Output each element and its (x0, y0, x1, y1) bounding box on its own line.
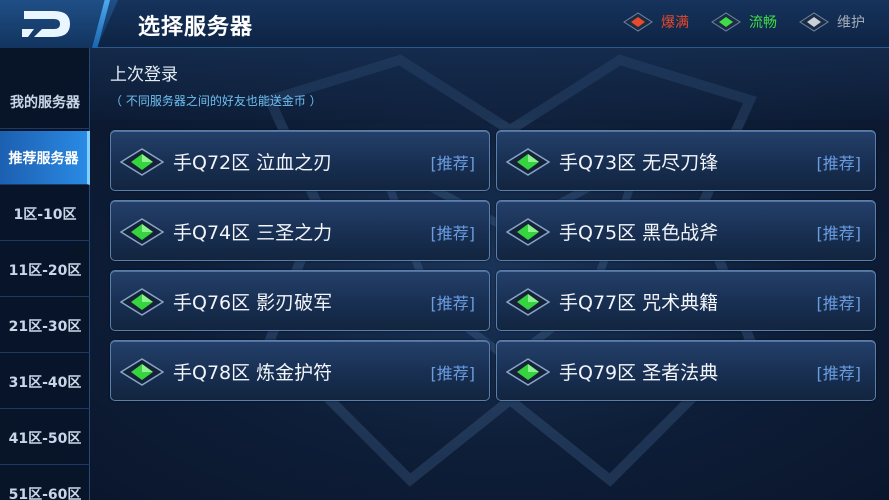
gem-green-icon (506, 218, 550, 246)
gem-green-icon (120, 218, 164, 246)
gem-green-icon (120, 288, 164, 316)
gem-green-icon (120, 358, 164, 386)
server-card[interactable]: 手Q76区 影刃破军 [推荐] (110, 270, 490, 331)
sidebar-item-zone-51-60[interactable]: 51区-60区 (0, 467, 90, 500)
recommend-tag: [推荐] (430, 294, 476, 313)
gem-green-icon (506, 288, 550, 316)
page-title: 选择服务器 (138, 15, 254, 40)
server-name: 手Q75区 黑色战斧 (559, 222, 719, 244)
gem-gray-icon (799, 12, 829, 32)
sidebar-item-zone-1-10[interactable]: 1区-10区 (0, 187, 90, 241)
last-login-heading: 上次登录 (110, 65, 178, 85)
top-bar: 选择服务器 爆满 流畅 维护 (0, 0, 889, 48)
server-name: 手Q77区 咒术典籍 (559, 292, 719, 314)
sidebar-item-zone-31-40[interactable]: 31区-40区 (0, 355, 90, 409)
server-name: 手Q73区 无尽刀锋 (559, 152, 719, 174)
server-name: 手Q74区 三圣之力 (173, 222, 333, 244)
sidebar-item-my-servers[interactable]: 我的服务器 (0, 75, 90, 129)
server-card[interactable]: 手Q77区 咒术典籍 [推荐] (496, 270, 876, 331)
gem-green-icon (506, 148, 550, 176)
gem-green-icon (120, 148, 164, 176)
recommend-tag: [推荐] (430, 224, 476, 243)
server-name: 手Q72区 泣血之刃 (173, 152, 333, 174)
legend-full: 爆满 (623, 12, 689, 32)
recommend-tag: [推荐] (816, 364, 862, 383)
server-name: 手Q76区 影刃破军 (173, 292, 333, 314)
sidebar-item-zone-41-50[interactable]: 41区-50区 (0, 411, 90, 465)
friend-gift-note: （ 不同服务器之间的好友也能送金币 ） (110, 94, 322, 108)
server-name: 手Q79区 圣者法典 (559, 362, 719, 384)
recommend-tag: [推荐] (430, 364, 476, 383)
sidebar: 我的服务器 推荐服务器 1区-10区 11区-20区 21区-30区 31区-4… (0, 48, 90, 500)
legend-full-label: 爆满 (661, 15, 689, 31)
sidebar-item-zone-21-30[interactable]: 21区-30区 (0, 299, 90, 353)
last-login-section: 上次登录 （ 不同服务器之间的好友也能送金币 ） (90, 48, 889, 120)
sidebar-item-recommended[interactable]: 推荐服务器 (0, 131, 90, 185)
server-name: 手Q78区 炼金护符 (173, 362, 333, 384)
recommend-tag: [推荐] (816, 154, 862, 173)
gem-green-icon (506, 358, 550, 386)
server-card[interactable]: 手Q73区 无尽刀锋 [推荐] (496, 130, 876, 191)
recommend-tag: [推荐] (430, 154, 476, 173)
legend-smooth-label: 流畅 (749, 15, 777, 31)
server-card[interactable]: 手Q78区 炼金护符 [推荐] (110, 340, 490, 401)
server-card[interactable]: 手Q79区 圣者法典 [推荐] (496, 340, 876, 401)
server-card[interactable]: 手Q74区 三圣之力 [推荐] (110, 200, 490, 261)
gem-green-icon (711, 12, 741, 32)
gem-red-icon (623, 12, 653, 32)
recommend-tag: [推荐] (816, 224, 862, 243)
legend-maintenance: 维护 (799, 12, 865, 32)
server-card[interactable]: 手Q72区 泣血之刃 [推荐] (110, 130, 490, 191)
legend-smooth: 流畅 (711, 12, 777, 32)
legend-maintenance-label: 维护 (837, 15, 865, 31)
status-legend: 爆满 流畅 维护 (623, 12, 865, 32)
sidebar-item-zone-11-20[interactable]: 11区-20区 (0, 243, 90, 297)
server-card[interactable]: 手Q75区 黑色战斧 [推荐] (496, 200, 876, 261)
back-d-icon (22, 11, 70, 37)
recommend-tag: [推荐] (816, 294, 862, 313)
